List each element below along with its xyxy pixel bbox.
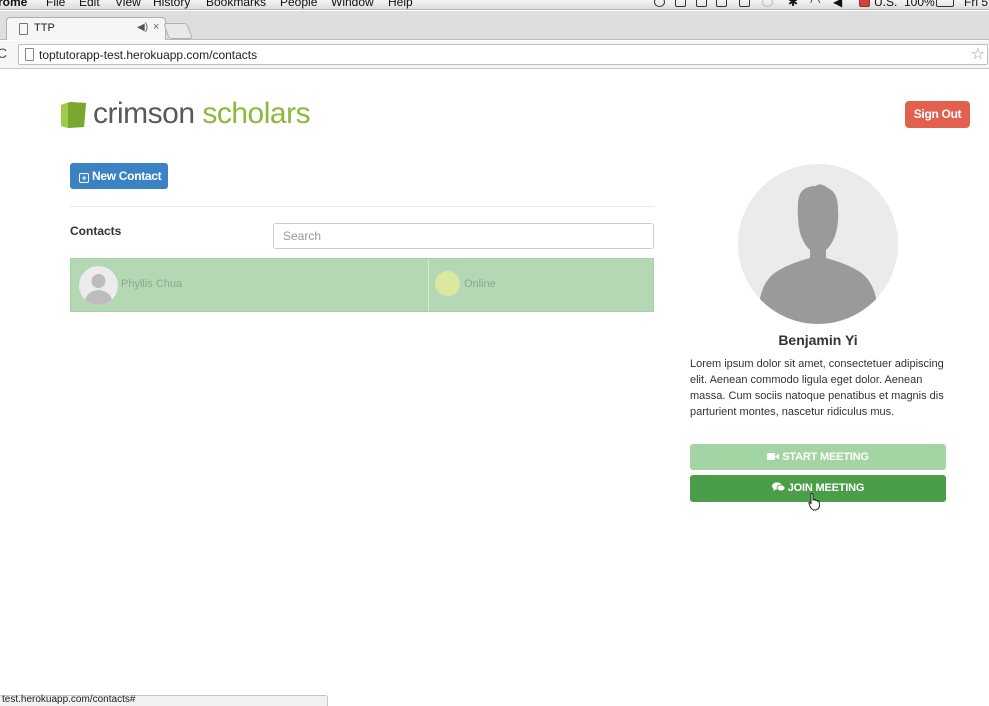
clipboard-icon[interactable] bbox=[696, 0, 707, 7]
time-machine-icon[interactable] bbox=[762, 0, 773, 7]
menu-people[interactable]: People bbox=[280, 0, 317, 9]
contact-status: Online bbox=[464, 278, 496, 290]
battery-icon[interactable] bbox=[936, 0, 954, 7]
audio-icon[interactable]: ◀) bbox=[137, 22, 148, 33]
brand-name: crimson scholars bbox=[93, 97, 311, 131]
new-tab-button[interactable] bbox=[163, 23, 193, 39]
plus-square-icon: + bbox=[79, 173, 89, 183]
reload-icon[interactable]: C bbox=[0, 45, 7, 61]
page-icon bbox=[25, 48, 34, 61]
us-flag-icon[interactable] bbox=[859, 0, 870, 7]
start-meeting-label: START MEETING bbox=[782, 451, 869, 463]
status-bar: test.herokuapp.com/contacts# bbox=[0, 694, 328, 706]
tab-title: TTP bbox=[34, 22, 55, 34]
bluetooth-icon[interactable]: ✱ bbox=[788, 0, 798, 9]
profile-bio: Lorem ipsum dolor sit amet, consectetuer… bbox=[690, 358, 944, 418]
contacts-heading: Contacts bbox=[70, 224, 122, 238]
airplay-icon[interactable] bbox=[739, 0, 750, 7]
video-camera-icon bbox=[767, 453, 780, 460]
menubar-clock[interactable]: Fri 5: bbox=[964, 0, 989, 9]
browser-tab[interactable]: TTP ◀) × bbox=[6, 17, 166, 40]
new-contact-button[interactable]: + New Contact bbox=[70, 163, 168, 189]
browser-toolbar: C toptutorapp-test.herokuapp.com/contact… bbox=[0, 41, 989, 69]
menu-view[interactable]: View bbox=[115, 0, 141, 9]
sign-out-button[interactable]: Sign Out bbox=[905, 101, 970, 128]
screen-icon[interactable] bbox=[716, 0, 727, 7]
user-silhouette-icon bbox=[84, 274, 113, 305]
brand-word-crimson: crimson bbox=[93, 97, 195, 130]
bookmark-star-icon[interactable]: ☆ bbox=[971, 44, 985, 64]
menu-history[interactable]: History bbox=[153, 0, 190, 9]
search-input[interactable] bbox=[273, 223, 654, 249]
input-source-label[interactable]: U.S. bbox=[874, 0, 897, 9]
user-silhouette-icon bbox=[760, 184, 876, 324]
menu-edit[interactable]: Edit bbox=[79, 0, 100, 9]
evernote-icon[interactable] bbox=[675, 0, 686, 7]
brand-word-scholars: scholars bbox=[202, 97, 311, 130]
tab-strip: TTP ◀) × bbox=[0, 11, 989, 40]
chat-bubbles-icon bbox=[771, 482, 785, 492]
battery-percent: 100% bbox=[904, 0, 935, 9]
app-menu[interactable]: rome bbox=[0, 0, 27, 9]
close-tab-icon[interactable]: × bbox=[153, 21, 159, 33]
address-bar[interactable]: toptutorapp-test.herokuapp.com/contacts … bbox=[18, 44, 988, 65]
avatar bbox=[79, 266, 118, 305]
start-meeting-button[interactable]: START MEETING bbox=[690, 444, 946, 470]
status-dot-icon bbox=[435, 271, 460, 296]
new-contact-label: New Contact bbox=[92, 169, 162, 183]
address-url[interactable]: toptutorapp-test.herokuapp.com/contacts bbox=[39, 48, 257, 62]
hand-cursor-icon bbox=[808, 493, 820, 511]
system-menu-bar: rome File Edit View History Bookmarks Pe… bbox=[0, 0, 989, 10]
profile-name: Benjamin Yi bbox=[778, 332, 858, 348]
status-link-url: test.herokuapp.com/contacts# bbox=[2, 694, 136, 705]
recording-icon[interactable] bbox=[654, 0, 665, 7]
contact-name: Phyllis Chua bbox=[121, 278, 183, 290]
cell-divider bbox=[428, 259, 429, 311]
menu-help[interactable]: Help bbox=[388, 0, 413, 9]
wifi-icon[interactable]: ◠ bbox=[810, 0, 820, 9]
volume-icon[interactable]: ◀ bbox=[833, 0, 842, 9]
divider bbox=[70, 206, 654, 207]
join-meeting-label: JOIN MEETING bbox=[787, 482, 865, 494]
book-icon bbox=[61, 102, 86, 128]
table-row[interactable]: Phyllis Chua Online bbox=[70, 258, 654, 312]
menu-file[interactable]: File bbox=[46, 0, 65, 9]
profile-avatar bbox=[738, 164, 898, 324]
menu-window[interactable]: Window bbox=[331, 0, 374, 9]
page-icon bbox=[19, 23, 28, 35]
menu-bookmarks[interactable]: Bookmarks bbox=[206, 0, 266, 9]
